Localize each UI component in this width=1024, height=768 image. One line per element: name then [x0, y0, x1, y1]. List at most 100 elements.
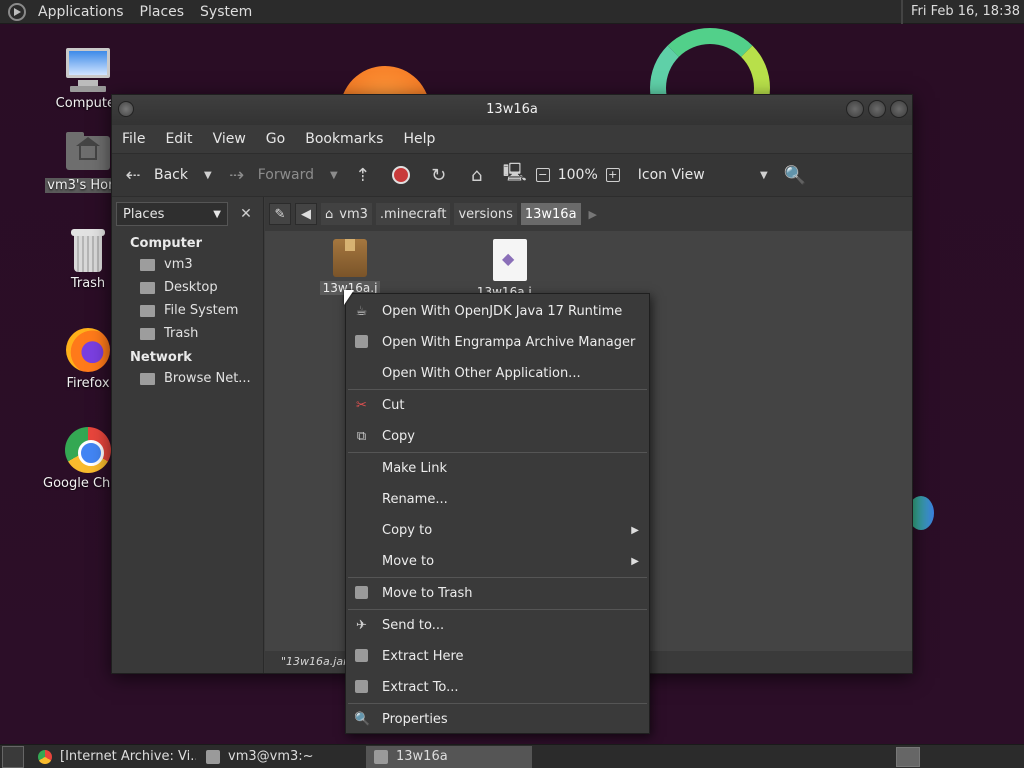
- menu-item-copy[interactable]: ⧉ Copy: [346, 421, 649, 452]
- search-button[interactable]: 🔍: [784, 160, 806, 190]
- menu-item-label: Rename...: [382, 492, 448, 507]
- firefox-icon: [64, 326, 112, 374]
- menu-item-copy-to[interactable]: Copy to ▶: [346, 515, 649, 546]
- reload-icon: ↻: [431, 164, 447, 186]
- stop-button[interactable]: [390, 160, 412, 190]
- menu-bookmarks[interactable]: Bookmarks: [295, 131, 393, 147]
- sidebar-item-vm3[interactable]: vm3: [112, 253, 263, 276]
- home-button[interactable]: ⌂: [466, 160, 488, 190]
- file-item[interactable]: 13w16a.j: [300, 231, 400, 295]
- menu-item-send-to[interactable]: ✈ Send to...: [346, 610, 649, 641]
- menu-edit[interactable]: Edit: [155, 131, 202, 147]
- taskbar-item-terminal[interactable]: vm3@vm3:~: [198, 746, 364, 768]
- window-menu-icon[interactable]: [118, 101, 134, 117]
- sidebar-selector-value: Places: [123, 206, 165, 222]
- menu-system[interactable]: System: [192, 4, 260, 20]
- back-arrow-icon: ⇠: [125, 164, 141, 186]
- menu-item-label: Move to: [382, 554, 435, 569]
- up-button[interactable]: ⇡: [352, 160, 374, 190]
- menu-item-open-with-engrampa[interactable]: Open With Engrampa Archive Manager: [346, 327, 649, 358]
- zoom-in-icon[interactable]: +: [605, 168, 620, 182]
- home-folder-icon: [140, 258, 155, 271]
- sidebar-item-label: Trash: [164, 326, 199, 341]
- menu-item-cut[interactable]: ✂ Cut: [346, 390, 649, 421]
- computer-button[interactable]: 🖳: [502, 160, 527, 190]
- breadcrumb-vm3[interactable]: ⌂ vm3: [321, 203, 372, 225]
- forward-arrow-icon: ⇢: [229, 164, 245, 186]
- menu-help[interactable]: Help: [393, 131, 445, 147]
- view-mode-select[interactable]: Icon View ▼: [638, 160, 768, 190]
- taskbar-item-label: [Internet Archive: Vi...: [60, 749, 196, 764]
- menu-view[interactable]: View: [203, 131, 256, 147]
- taskbar: [Internet Archive: Vi... vm3@vm3:~ 13w16…: [0, 744, 1024, 768]
- menu-item-extract-here[interactable]: Extract Here: [346, 641, 649, 672]
- drive-icon: [140, 304, 155, 317]
- breadcrumb-minecraft[interactable]: .minecraft: [375, 203, 451, 225]
- trash-icon: [64, 226, 112, 274]
- taskbar-item-chrome[interactable]: [Internet Archive: Vi...: [30, 746, 196, 768]
- zoom-controls: − 100% +: [535, 160, 620, 190]
- back-button[interactable]: ⇠ Back ▼: [122, 160, 212, 190]
- sidebar-item-label: Desktop: [164, 280, 218, 295]
- stop-icon: [390, 164, 412, 186]
- menu-item-label: Open With Other Application...: [382, 366, 581, 381]
- breadcrumb-label: 13w16a: [524, 206, 577, 222]
- sidebar-close-icon[interactable]: ✕: [236, 204, 256, 224]
- extract-icon: [354, 649, 369, 664]
- sidebar-item-file-system[interactable]: File System: [112, 299, 263, 322]
- toolbar: ⇠ Back ▼ ⇢ Forward ▼ ⇡ ↻ ⌂ 🖳 − 100% + Ic…: [112, 153, 912, 197]
- breadcrumb-label: versions: [458, 206, 513, 222]
- submenu-arrow-icon: ▶: [631, 556, 639, 567]
- menu-item-open-with-other[interactable]: Open With Other Application...: [346, 358, 649, 389]
- breadcrumb-label: .minecraft: [379, 206, 447, 222]
- mouse-cursor-icon: [344, 290, 354, 305]
- path-scroll-right-icon[interactable]: ▶: [589, 208, 597, 221]
- chevron-down-icon: ▼: [760, 169, 768, 181]
- menu-item-properties[interactable]: 🔍 Properties: [346, 704, 649, 735]
- java-icon: ☕: [355, 304, 368, 319]
- sidebar-item-desktop[interactable]: Desktop: [112, 276, 263, 299]
- path-scroll-left-button[interactable]: ◀: [295, 203, 317, 225]
- menu-item-extract-to[interactable]: Extract To...: [346, 672, 649, 703]
- window-titlebar[interactable]: 13w16a: [112, 95, 912, 125]
- file-item[interactable]: 13w16a.j...: [460, 231, 560, 299]
- menu-go[interactable]: Go: [256, 131, 295, 147]
- menu-item-rename[interactable]: Rename...: [346, 484, 649, 515]
- breadcrumb-13w16a[interactable]: 13w16a: [520, 203, 581, 225]
- menu-file[interactable]: File: [112, 131, 155, 147]
- reload-button[interactable]: ↻: [428, 160, 450, 190]
- menu-item-open-with-java[interactable]: ☕ Open With OpenJDK Java 17 Runtime: [346, 296, 649, 327]
- maximize-button[interactable]: [868, 100, 886, 118]
- clock[interactable]: Fri Feb 16, 18:38: [900, 0, 1020, 24]
- back-history-chevron-icon[interactable]: ▼: [204, 170, 212, 181]
- sidebar-item-trash[interactable]: Trash: [112, 322, 263, 345]
- menu-item-move-to-trash[interactable]: Move to Trash: [346, 578, 649, 609]
- close-button[interactable]: [890, 100, 908, 118]
- archive-manager-icon: [354, 335, 369, 350]
- menu-item-move-to[interactable]: Move to ▶: [346, 546, 649, 577]
- menu-places[interactable]: Places: [132, 4, 193, 20]
- distro-logo-icon[interactable]: [8, 2, 26, 21]
- context-menu: ☕ Open With OpenJDK Java 17 Runtime Open …: [345, 293, 650, 734]
- minimize-button[interactable]: [846, 100, 864, 118]
- chevron-left-icon: ◀: [301, 206, 311, 222]
- forward-button[interactable]: ⇢ Forward ▼: [226, 160, 338, 190]
- menu-applications[interactable]: Applications: [30, 4, 132, 20]
- sidebar-item-browse-network[interactable]: Browse Net...: [112, 367, 263, 390]
- taskbar-item-file-manager[interactable]: 13w16a: [366, 745, 532, 768]
- show-desktop-button[interactable]: [2, 745, 24, 768]
- zoom-out-icon[interactable]: −: [535, 168, 550, 182]
- menu-item-make-link[interactable]: Make Link: [346, 453, 649, 484]
- send-icon: ✈: [356, 618, 367, 633]
- breadcrumb-versions[interactable]: versions: [454, 203, 517, 225]
- menu-item-label: Make Link: [382, 461, 447, 476]
- sidebar-selector[interactable]: Places ▼: [116, 202, 228, 226]
- menu-item-label: Copy to: [382, 523, 433, 538]
- workspace-switcher[interactable]: [896, 747, 920, 767]
- toggle-location-entry-button[interactable]: ✎: [269, 203, 291, 225]
- home-icon: ⌂: [471, 164, 483, 186]
- computer-icon: 🖳: [502, 162, 527, 183]
- forward-history-chevron-icon[interactable]: ▼: [330, 170, 338, 181]
- chrome-icon: [38, 749, 52, 764]
- scissors-icon: ✂: [356, 398, 367, 413]
